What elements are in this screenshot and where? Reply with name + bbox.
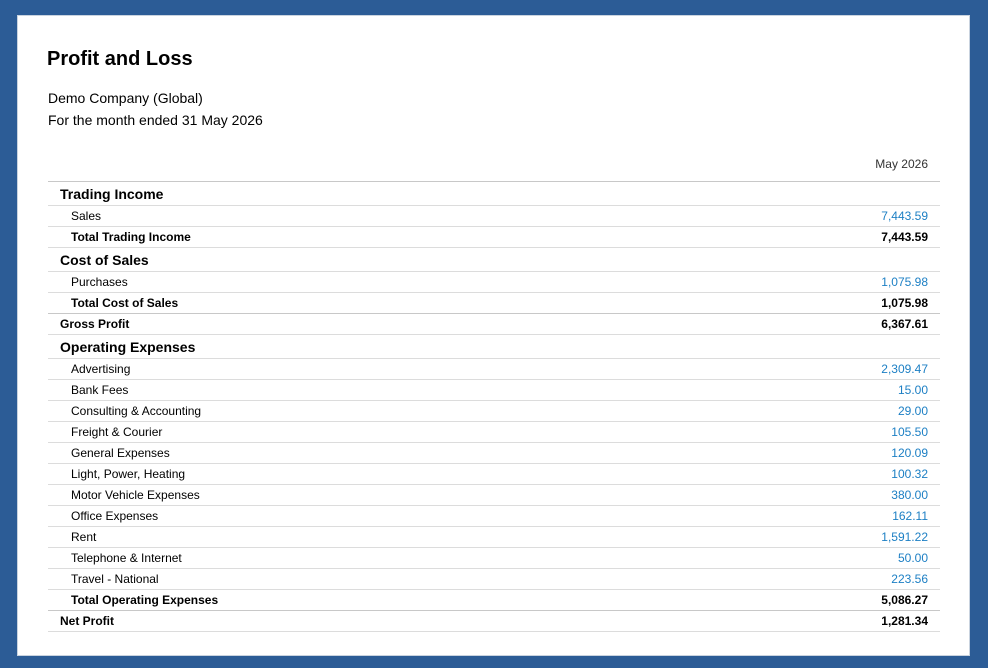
- total-value: 1,075.98: [881, 296, 928, 310]
- organisation-name: Demo Company (Global): [48, 90, 203, 106]
- account-label: Travel - National: [71, 572, 159, 586]
- account-value-link[interactable]: 1,075.98: [728, 275, 940, 289]
- account-value-link[interactable]: 50.00: [728, 551, 940, 565]
- net-profit-value: 1,281.34: [881, 614, 928, 628]
- section-heading: Trading Income: [60, 185, 164, 202]
- total-label: Total Cost of Sales: [71, 296, 179, 310]
- account-label: Telephone & Internet: [71, 551, 182, 565]
- total-value: 7,443.59: [881, 230, 928, 244]
- net-profit-row: Net Profit 1,281.34: [48, 610, 940, 632]
- total-label: Total Operating Expenses: [71, 593, 219, 607]
- account-row-travel: Travel - National 223.56: [48, 569, 940, 590]
- account-row-motor-vehicle: Motor Vehicle Expenses 380.00: [48, 485, 940, 506]
- account-label: Sales: [71, 209, 102, 223]
- account-value-link[interactable]: 100.32: [728, 467, 940, 481]
- column-header-row: May 2026: [48, 154, 940, 182]
- account-label: General Expenses: [71, 446, 170, 460]
- total-cost-of-sales-row: Total Cost of Sales 1,075.98: [48, 293, 940, 314]
- account-row-telephone: Telephone & Internet 50.00: [48, 548, 940, 569]
- report-page: Profit and Loss Demo Company (Global) Fo…: [17, 15, 970, 656]
- section-cost-of-sales: Cost of Sales: [48, 248, 940, 272]
- account-value-link[interactable]: 223.56: [728, 572, 940, 586]
- account-row-light-power: Light, Power, Heating 100.32: [48, 464, 940, 485]
- account-label: Light, Power, Heating: [71, 467, 186, 481]
- account-row-sales: Sales 7,443.59: [48, 206, 940, 227]
- section-trading-income: Trading Income: [48, 182, 940, 206]
- gross-profit-row: Gross Profit 6,367.61: [48, 313, 940, 335]
- account-row-office-expenses: Office Expenses 162.11: [48, 506, 940, 527]
- account-value-link[interactable]: 29.00: [728, 404, 940, 418]
- account-row-rent: Rent 1,591.22: [48, 527, 940, 548]
- account-label: Motor Vehicle Expenses: [71, 488, 200, 502]
- net-profit-label: Net Profit: [60, 614, 114, 628]
- account-label: Advertising: [71, 362, 131, 376]
- account-label: Freight & Courier: [71, 425, 163, 439]
- account-label: Bank Fees: [71, 383, 129, 397]
- account-row-freight: Freight & Courier 105.50: [48, 422, 940, 443]
- total-operating-expenses-row: Total Operating Expenses 5,086.27: [48, 590, 940, 611]
- total-value: 5,086.27: [881, 593, 928, 607]
- account-value-link[interactable]: 7,443.59: [728, 209, 940, 223]
- account-row-bank-fees: Bank Fees 15.00: [48, 380, 940, 401]
- column-header-month: May 2026: [875, 157, 928, 171]
- gross-profit-label: Gross Profit: [60, 317, 130, 331]
- account-label: Consulting & Accounting: [71, 404, 202, 418]
- account-label: Purchases: [71, 275, 128, 289]
- account-value-link[interactable]: 380.00: [728, 488, 940, 502]
- account-value-link[interactable]: 1,591.22: [728, 530, 940, 544]
- account-label: Office Expenses: [71, 509, 159, 523]
- account-row-advertising: Advertising 2,309.47: [48, 359, 940, 380]
- account-value-link[interactable]: 15.00: [728, 383, 940, 397]
- account-row-general-expenses: General Expenses 120.09: [48, 443, 940, 464]
- gross-profit-value: 6,367.61: [881, 317, 928, 331]
- profit-loss-table: May 2026 Trading Income Sales 7,443.59 T…: [48, 154, 940, 632]
- section-heading: Cost of Sales: [60, 251, 149, 268]
- account-row-consulting: Consulting & Accounting 29.00: [48, 401, 940, 422]
- account-value-link[interactable]: 105.50: [728, 425, 940, 439]
- report-period: For the month ended 31 May 2026: [48, 112, 263, 128]
- account-value-link[interactable]: 2,309.47: [728, 362, 940, 376]
- account-value-link[interactable]: 120.09: [728, 446, 940, 460]
- account-value-link[interactable]: 162.11: [728, 509, 940, 523]
- report-title: Profit and Loss: [47, 48, 193, 70]
- account-label: Rent: [71, 530, 97, 544]
- section-operating-expenses: Operating Expenses: [48, 335, 940, 359]
- section-heading: Operating Expenses: [60, 338, 196, 355]
- total-label: Total Trading Income: [71, 230, 191, 244]
- total-trading-income-row: Total Trading Income 7,443.59: [48, 227, 940, 248]
- account-row-purchases: Purchases 1,075.98: [48, 272, 940, 293]
